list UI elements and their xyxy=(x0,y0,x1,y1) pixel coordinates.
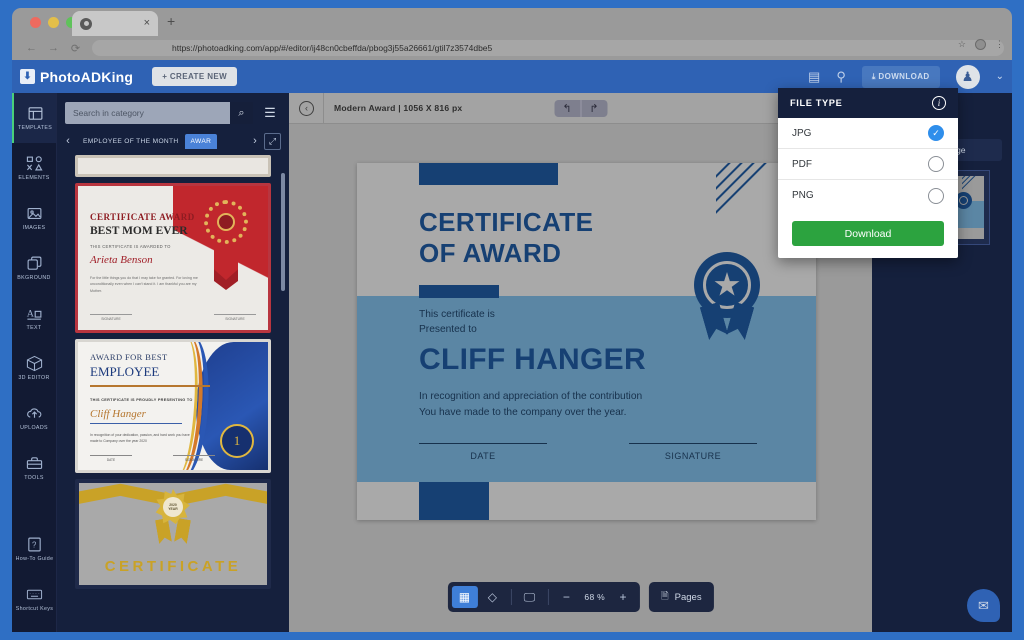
modal-overlay: FILE TYPE i JPG ✓ PDF PNG Download xyxy=(0,0,1024,640)
file-type-option-pdf[interactable]: PDF xyxy=(778,149,958,180)
info-icon[interactable]: i xyxy=(932,96,946,110)
modal-download-button[interactable]: Download xyxy=(792,221,944,246)
radio-png[interactable] xyxy=(928,188,944,204)
file-type-dialog-title: FILE TYPE xyxy=(790,98,842,108)
file-type-dialog: FILE TYPE i JPG ✓ PDF PNG Download xyxy=(778,88,958,258)
radio-pdf[interactable] xyxy=(928,156,944,172)
file-type-label-jpg: JPG xyxy=(792,128,811,139)
file-type-option-jpg[interactable]: JPG ✓ xyxy=(778,118,958,149)
file-type-label-pdf: PDF xyxy=(792,159,812,170)
file-type-label-png: PNG xyxy=(792,190,814,201)
file-type-option-png[interactable]: PNG xyxy=(778,180,958,211)
file-type-dialog-header: FILE TYPE i xyxy=(778,88,958,118)
screen-root: × + ← → ⟳ https://photoadking.com/app/#/… xyxy=(0,0,1024,640)
radio-jpg[interactable]: ✓ xyxy=(928,125,944,141)
